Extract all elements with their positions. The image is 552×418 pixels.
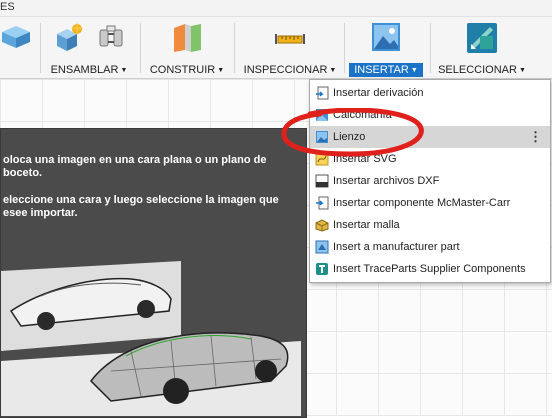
- mcmaster-icon: [316, 196, 329, 210]
- car-canvas-illustration: [1, 241, 301, 416]
- menu-item-label: Insertar derivación: [333, 87, 424, 99]
- workspace-tab-label[interactable]: ES: [0, 1, 15, 13]
- menu-item-label: Calcomanía: [333, 109, 392, 121]
- ribbon-separator: [234, 23, 235, 73]
- insert-dropdown-menu: Insertar derivación Calcomanía Lienzo ⋮ …: [309, 79, 551, 283]
- ribbon-separator: [40, 23, 41, 73]
- ribbon-separator: [344, 23, 345, 73]
- caret-down-icon: ▼: [410, 67, 418, 74]
- insert-label: INSERTAR ▼: [349, 63, 423, 77]
- new-component-icon[interactable]: [54, 22, 84, 52]
- menu-item-label: Insertar malla: [333, 219, 400, 231]
- menu-item-decal[interactable]: Calcomanía: [310, 104, 550, 126]
- menu-item-label: Insert TraceParts Supplier Components: [333, 263, 526, 275]
- menu-item-canvas[interactable]: Lienzo ⋮: [310, 126, 550, 148]
- menu-item-label: Lienzo: [333, 131, 366, 143]
- insert-image-icon[interactable]: [371, 22, 401, 52]
- insert-menu-button[interactable]: INSERTAR ▼: [346, 63, 426, 77]
- measure-icon[interactable]: [274, 22, 306, 52]
- menu-item-insert-dxf[interactable]: Insertar archivos DXF: [310, 170, 550, 192]
- construct-label: CONSTRUIR: [149, 64, 216, 76]
- insert-label-text: INSERTAR: [354, 64, 409, 76]
- insert-group: INSERTAR ▼: [346, 17, 426, 78]
- ribbon-separator: [140, 23, 141, 73]
- derive-icon: [316, 86, 329, 100]
- caret-down-icon: ▼: [329, 67, 337, 74]
- construct-menu-button[interactable]: CONSTRUIR ▼: [146, 64, 228, 76]
- toolbar-ribbon: ENSAMBLAR ▼ CONSTRUIR ▼ INSPECCIONAR ▼ I…: [0, 17, 552, 79]
- extrude-icon[interactable]: [0, 22, 30, 52]
- select-group: SELECCIONAR ▼: [434, 17, 530, 78]
- inspect-label: INSPECCIONAR: [243, 64, 328, 76]
- construct-plane-icon[interactable]: [171, 22, 203, 54]
- create-group-partial: [0, 17, 36, 78]
- more-options-icon[interactable]: ⋮: [529, 129, 542, 145]
- menu-item-label: Insertar archivos DXF: [333, 175, 440, 187]
- select-icon[interactable]: [466, 22, 498, 54]
- inspect-group: INSPECCIONAR ▼: [240, 17, 340, 78]
- menu-item-insert-mesh[interactable]: Insertar malla: [310, 214, 550, 236]
- menu-item-mcmaster[interactable]: Insertar componente McMaster-Carr: [310, 192, 550, 214]
- mesh-icon: [315, 219, 329, 232]
- menu-item-label: Insertar componente McMaster-Carr: [333, 197, 511, 209]
- joint-icon[interactable]: [98, 22, 124, 52]
- menu-item-insert-svg[interactable]: Insertar SVG: [310, 148, 550, 170]
- dxf-icon: [315, 174, 329, 188]
- traceparts-icon: [316, 263, 328, 275]
- svg-icon: [315, 152, 329, 166]
- assemble-label: ENSAMBLAR: [50, 64, 119, 76]
- tooltip-instruction: eleccione una cara y luego seleccione la…: [3, 194, 279, 219]
- select-menu-button[interactable]: SELECCIONAR ▼: [434, 64, 530, 76]
- construct-group: CONSTRUIR ▼: [146, 17, 228, 78]
- caret-down-icon: ▼: [518, 67, 526, 74]
- caret-down-icon: ▼: [120, 67, 128, 74]
- ribbon-tab-bar: ES: [0, 0, 552, 17]
- canvas-icon: [316, 131, 328, 143]
- manufacturer-part-icon: [315, 240, 329, 254]
- tooltip-description: oloca una imagen en una cara plana o un …: [3, 154, 267, 179]
- canvas-tooltip: oloca una imagen en una cara plana o un …: [0, 128, 307, 418]
- caret-down-icon: ▼: [217, 67, 225, 74]
- assemble-menu-button[interactable]: ENSAMBLAR ▼: [44, 64, 134, 76]
- select-label: SELECCIONAR: [438, 64, 517, 76]
- menu-item-insert-derive[interactable]: Insertar derivación: [310, 82, 550, 104]
- ribbon-separator: [430, 23, 431, 73]
- decal-icon: [316, 109, 328, 121]
- assemble-group: ENSAMBLAR ▼: [44, 17, 134, 78]
- menu-item-traceparts[interactable]: Insert TraceParts Supplier Components: [310, 258, 550, 280]
- menu-item-label: Insertar SVG: [333, 153, 397, 165]
- menu-item-label: Insert a manufacturer part: [333, 241, 460, 253]
- menu-item-manufacturer-part[interactable]: Insert a manufacturer part: [310, 236, 550, 258]
- inspect-menu-button[interactable]: INSPECCIONAR ▼: [240, 64, 340, 76]
